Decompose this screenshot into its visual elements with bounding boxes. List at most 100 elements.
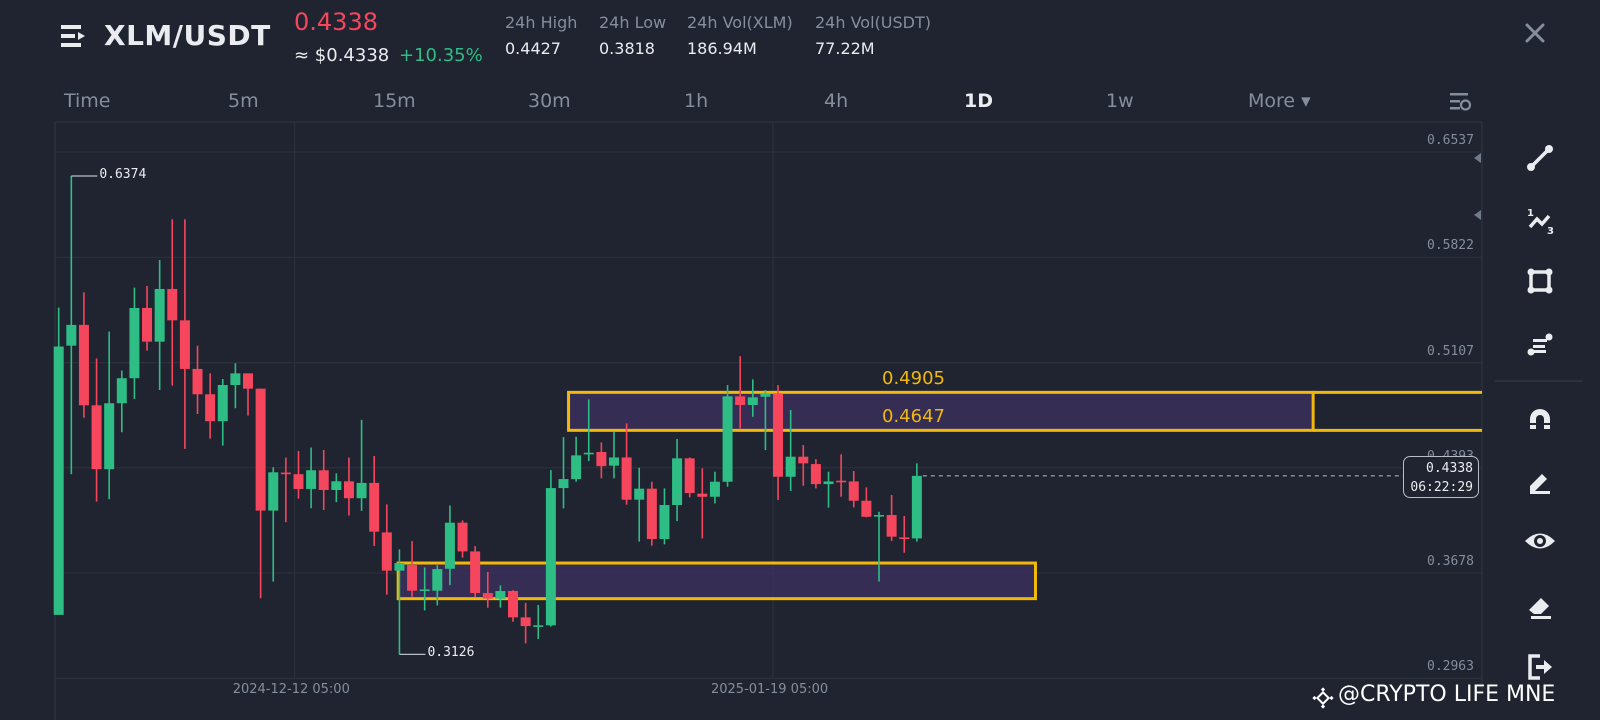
candle-body-down — [798, 456, 809, 464]
candle-body-down — [205, 394, 216, 422]
candle-body-down — [470, 551, 481, 594]
binance-logo-icon — [1312, 687, 1334, 709]
candle-body-up — [217, 384, 228, 422]
candle-body-up — [659, 505, 670, 540]
candle-body-down — [369, 482, 380, 532]
candle-body-up — [634, 488, 645, 500]
magnet-icon[interactable] — [1522, 401, 1558, 437]
x-tick-label: 2025-01-19 05:00 — [710, 682, 829, 697]
exit-icon[interactable] — [1522, 649, 1558, 685]
candle-body-down — [886, 515, 897, 537]
candle-body-down — [407, 565, 418, 591]
candle-body-up — [823, 481, 834, 485]
svg-text:1: 1 — [1527, 208, 1534, 219]
candle-body-up — [104, 403, 115, 470]
candle-body-up — [331, 481, 342, 490]
svg-text:3: 3 — [1547, 226, 1554, 237]
candle-body-up — [432, 569, 443, 591]
candlestick-chart[interactable] — [0, 0, 1600, 720]
candle-body-down — [899, 537, 910, 540]
candle-body-down — [861, 500, 872, 517]
candle-body-up — [66, 324, 77, 346]
candle-body-down — [142, 307, 153, 342]
toolbar-divider — [1495, 380, 1583, 382]
candle-body-down — [243, 373, 253, 389]
y-tick-label: 0.3678 — [1427, 554, 1474, 570]
text-tool-icon[interactable] — [1522, 326, 1558, 362]
candle-body-up — [306, 470, 317, 489]
eraser-icon[interactable] — [1522, 588, 1558, 624]
candle-body-down — [773, 393, 784, 477]
candle-body-down — [596, 451, 607, 467]
visibility-eye-icon[interactable] — [1522, 523, 1558, 559]
y-tick-label: 0.5822 — [1427, 238, 1474, 254]
low-marker-label: 0.3126 — [427, 645, 475, 661]
resistance-bottom-label: 0.4647 — [882, 406, 945, 428]
candle-body-down — [381, 532, 392, 571]
candle-body-up — [533, 625, 544, 627]
candle-body-up — [230, 373, 241, 385]
candle-body-up — [874, 515, 884, 517]
candle-body-up — [672, 458, 683, 506]
rectangle-tool-icon[interactable] — [1522, 263, 1558, 299]
candle-body-down — [293, 474, 304, 489]
candle-body-down — [457, 522, 468, 552]
candle-body-up — [911, 475, 922, 539]
candle-body-up — [495, 591, 506, 599]
expand-arrow-icon[interactable] — [1474, 210, 1481, 220]
candle-body-up — [747, 397, 758, 406]
candle-body-down — [646, 488, 657, 540]
candle-body-up — [53, 346, 64, 615]
candle-body-up — [116, 378, 127, 404]
candle-body-down — [735, 396, 746, 406]
candle-body-up — [154, 288, 165, 342]
candle-body-down — [78, 324, 89, 406]
candle-body-up — [760, 393, 771, 397]
candle-body-down — [848, 481, 859, 501]
candle-body-down — [318, 470, 329, 490]
candle-body-down — [255, 388, 266, 511]
candle-body-up — [419, 589, 430, 591]
candle-body-up — [356, 482, 367, 499]
x-tick-label: 2024-12-12 05:00 — [232, 682, 350, 697]
resistance-top-label: 0.4905 — [882, 368, 945, 390]
candle-body-up — [722, 396, 733, 482]
candle-body-down — [621, 457, 632, 500]
candle-body-up — [558, 479, 569, 489]
current-price-value: 0.4338 — [1426, 461, 1473, 476]
candle-body-down — [192, 368, 203, 395]
candle-body-down — [280, 472, 291, 475]
candle-body-down — [836, 480, 847, 483]
y-tick-label: 0.2963 — [1427, 659, 1474, 675]
expand-arrow-icon[interactable] — [1474, 153, 1481, 163]
candle-body-up — [608, 457, 619, 466]
candle-body-down — [697, 493, 708, 497]
candle-body-down — [91, 405, 102, 470]
candle-body-up — [268, 472, 279, 511]
trend-line-tool-icon[interactable] — [1522, 140, 1558, 176]
candle-body-down — [810, 464, 821, 485]
candle-body-up — [583, 452, 594, 455]
candle-body-up — [545, 488, 556, 626]
y-tick-label: 0.6537 — [1427, 133, 1474, 148]
candle-body-up — [709, 481, 720, 497]
fibonacci-tool-icon[interactable]: 1 3 — [1522, 202, 1558, 238]
candle-body-up — [571, 455, 582, 480]
candle-body-up — [785, 456, 796, 477]
candle-body-down — [508, 591, 519, 618]
candle-body-up — [394, 563, 405, 571]
draw-pencil-icon[interactable] — [1522, 464, 1558, 500]
watermark-text: @CRYPTO LIFE MNE — [1338, 682, 1556, 707]
y-tick-label: 0.5107 — [1427, 343, 1474, 359]
candle-body-down — [482, 593, 493, 599]
candle-body-up — [129, 307, 140, 379]
candle-body-down — [343, 481, 354, 499]
candle-body-up — [444, 522, 455, 569]
candle-body-down — [179, 320, 190, 369]
candle-body-down — [684, 458, 695, 494]
candle-body-down — [167, 288, 178, 321]
support-zone — [396, 561, 1037, 601]
candle-countdown: 06:22:29 — [1410, 480, 1473, 495]
current-price-box: 0.4338 06:22:29 — [1403, 456, 1479, 498]
candle-body-down — [520, 617, 531, 627]
